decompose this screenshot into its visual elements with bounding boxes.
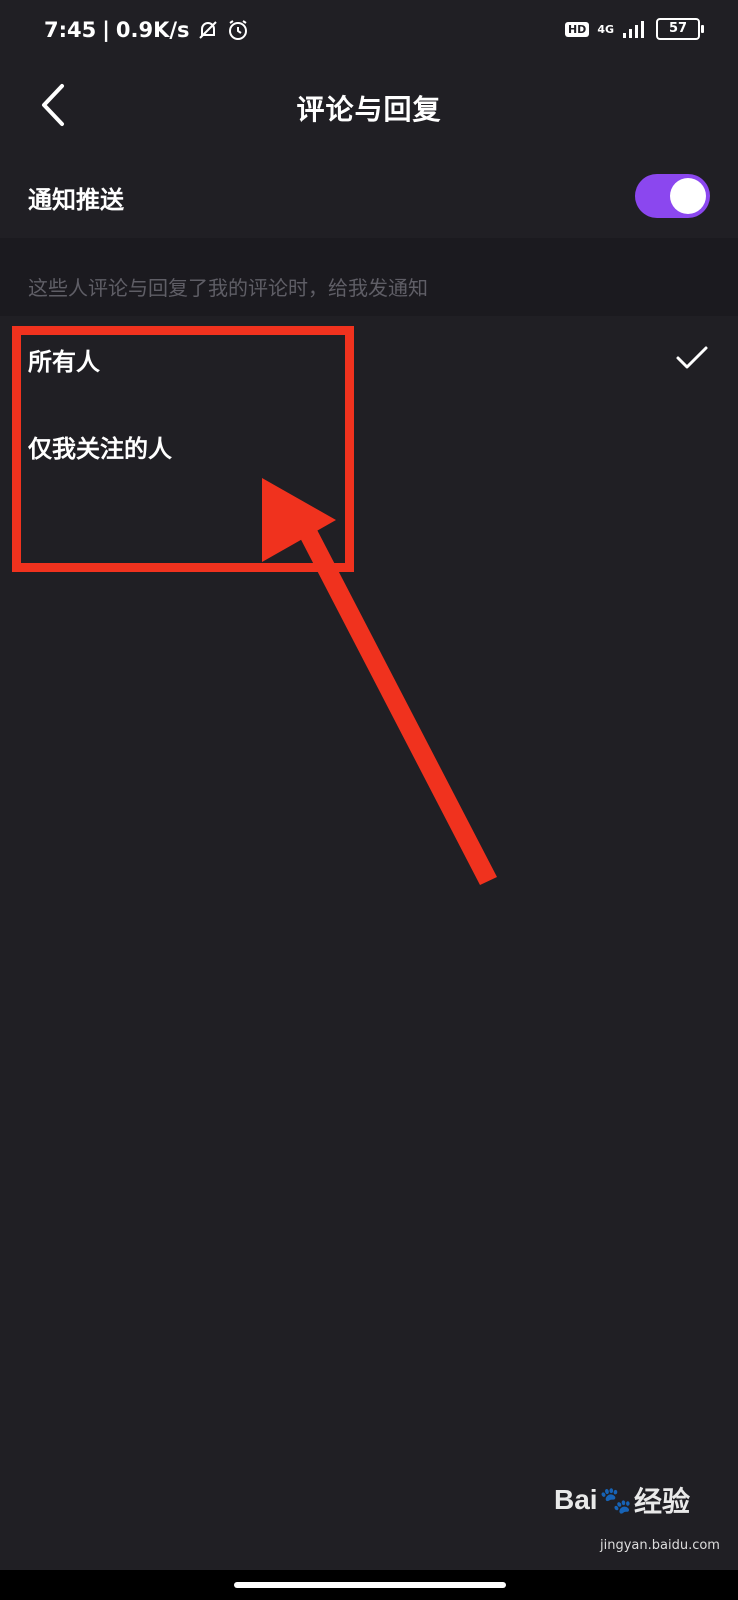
push-notification-toggle[interactable] bbox=[635, 174, 710, 218]
battery-indicator: 57 bbox=[656, 18, 704, 40]
toggle-knob bbox=[670, 178, 706, 214]
status-left: 7:45 | 0.9K/s bbox=[44, 18, 250, 42]
watermark-brand-left: Bai bbox=[554, 1484, 598, 1515]
status-right: HD 4G 57 bbox=[564, 18, 704, 40]
bell-mute-icon bbox=[198, 21, 217, 39]
signal-icon bbox=[623, 21, 644, 38]
page-title: 评论与回复 bbox=[296, 93, 442, 126]
baidu-watermark: Bai 🐾 经验 bbox=[554, 1480, 690, 1520]
alarm-icon bbox=[228, 20, 247, 40]
navigation-bar bbox=[0, 1570, 738, 1600]
option-label: 所有人 bbox=[28, 348, 100, 376]
hd-badge: HD bbox=[564, 21, 590, 37]
option-label: 仅我关注的人 bbox=[28, 435, 172, 463]
paw-icon: 🐾 bbox=[599, 1484, 632, 1515]
status-bar: 7:45 | 0.9K/s HD 4G 57 bbox=[0, 0, 738, 64]
option-everyone[interactable]: 所有人 bbox=[0, 318, 738, 404]
watermark-brand-right: 经验 bbox=[633, 1486, 690, 1517]
push-notification-row: 通知推送 bbox=[0, 152, 738, 238]
checkmark-icon bbox=[676, 346, 708, 369]
option-following-only[interactable]: 仅我关注的人 bbox=[0, 405, 738, 491]
home-indicator[interactable] bbox=[234, 1582, 506, 1588]
hint-text: 这些人评论与回复了我的评论时，给我发通知 bbox=[28, 276, 428, 300]
header: 评论与回复 bbox=[0, 70, 738, 140]
network-speed: 0.9K/s bbox=[115, 18, 190, 42]
section-hint: 这些人评论与回复了我的评论时，给我发通知 bbox=[0, 238, 738, 316]
status-time: 7:45 bbox=[44, 18, 97, 42]
watermark-url: jingyan.baidu.com bbox=[600, 1538, 720, 1553]
network-type: 4G bbox=[597, 22, 614, 36]
push-notification-label: 通知推送 bbox=[28, 186, 124, 214]
status-separator: | bbox=[102, 18, 110, 42]
